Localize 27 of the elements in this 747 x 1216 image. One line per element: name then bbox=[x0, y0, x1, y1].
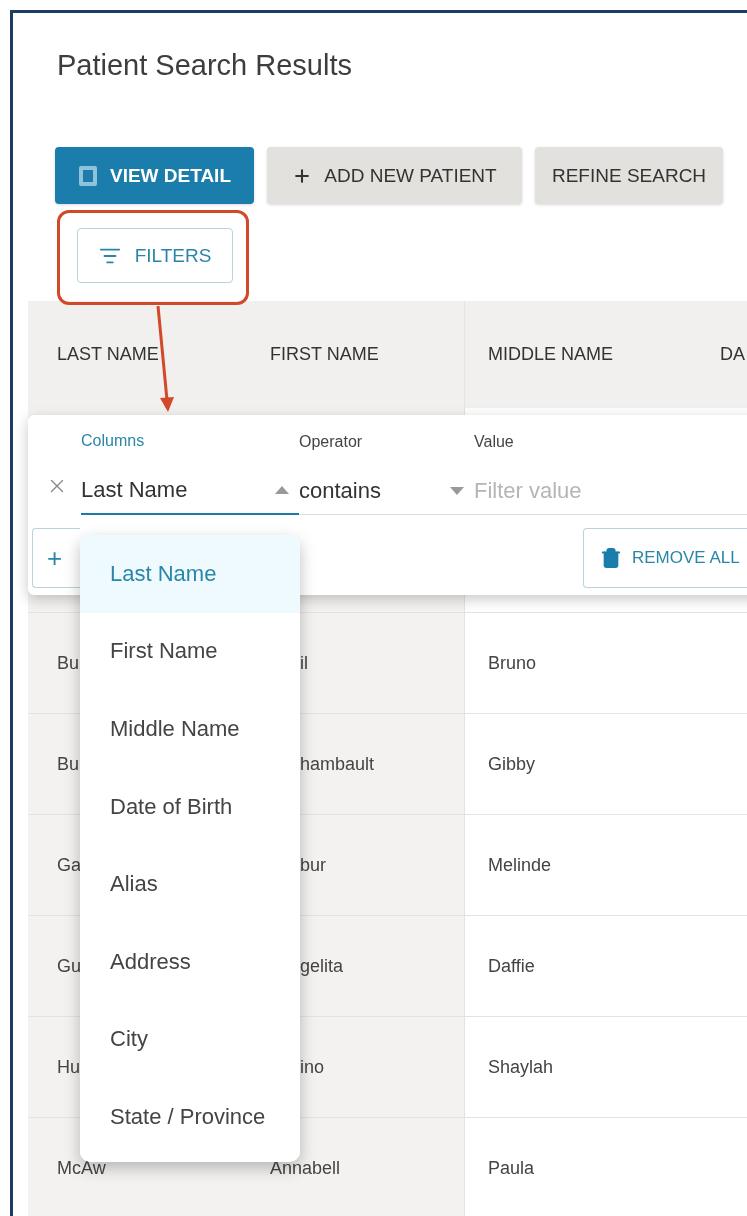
column-header: FIRST NAME bbox=[240, 301, 465, 408]
menu-item[interactable]: Address bbox=[80, 922, 300, 1001]
value-input[interactable]: Filter value bbox=[474, 478, 674, 504]
trash-icon bbox=[600, 547, 622, 569]
document-icon bbox=[77, 164, 98, 187]
columns-field[interactable]: Columns Last Name bbox=[81, 431, 299, 515]
add-filter-button[interactable]: + bbox=[32, 528, 80, 588]
remove-all-button[interactable]: REMOVE ALL bbox=[583, 528, 747, 588]
field-label: Value bbox=[474, 432, 514, 452]
add-button[interactable]: ADD NEW PATIENT bbox=[267, 147, 522, 204]
operator-field[interactable]: Operator contains bbox=[299, 432, 474, 515]
column-header: LAST NAME bbox=[28, 301, 240, 408]
page-title: Patient Search Results bbox=[57, 48, 352, 83]
view-detail-button[interactable]: VIEW DETAIL bbox=[55, 147, 254, 204]
menu-item[interactable]: First Name bbox=[80, 612, 300, 691]
menu-item[interactable]: Date of Birth bbox=[80, 767, 300, 846]
column-header: MIDDLE NAME bbox=[465, 301, 700, 408]
menu-item[interactable]: City bbox=[80, 1000, 300, 1079]
caret-down-icon bbox=[450, 487, 464, 495]
filters-button[interactable]: FILTERS bbox=[77, 228, 233, 283]
toolbar-button[interactable]: REFINE SEARCH bbox=[535, 147, 723, 204]
caret-up-icon bbox=[275, 486, 289, 494]
column-header: DA bbox=[700, 301, 747, 408]
menu-item[interactable]: Alias bbox=[80, 845, 300, 923]
menu-item[interactable]: Last Name bbox=[80, 535, 300, 613]
menu-item[interactable]: State / Province bbox=[80, 1078, 300, 1156]
menu-item[interactable]: Middle Name bbox=[80, 690, 300, 768]
